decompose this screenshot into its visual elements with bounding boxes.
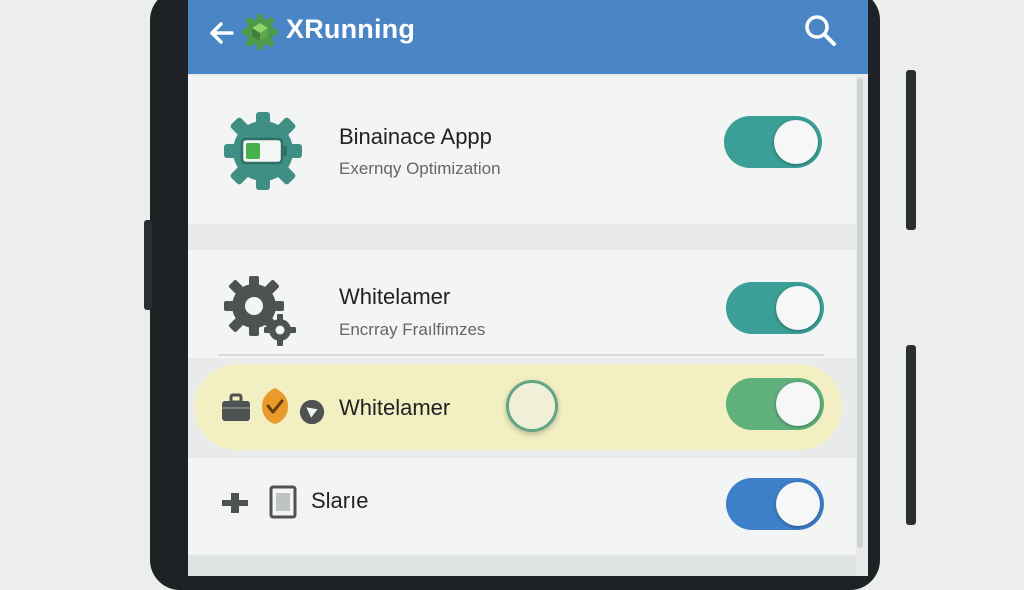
row-title: Binainace Appp — [339, 124, 492, 149]
toggle-knob — [776, 382, 820, 426]
app-title: XRunning — [286, 14, 416, 44]
row-title: Slarıe — [311, 488, 369, 513]
row-title: Whitelamer — [339, 395, 451, 420]
phone-side-button-bottom — [906, 345, 916, 525]
divider — [218, 354, 824, 356]
list-item-whitelamer[interactable]: Whitelamer Encrray Fraılfimzes — [188, 250, 856, 358]
back-arrow-icon[interactable] — [206, 17, 238, 49]
plus-dash-icon — [222, 493, 248, 513]
phone-side-button-top — [906, 70, 916, 230]
briefcase-icon — [222, 393, 250, 421]
row-subtitle: Exernqy Optimization — [339, 159, 501, 178]
toggle-switch[interactable] — [726, 378, 824, 430]
scrollbar[interactable] — [857, 78, 863, 548]
list-item-slarie[interactable]: Slarıe — [188, 458, 856, 554]
toggle-knob — [776, 286, 820, 330]
row-subtitle: Encrray Fraılfimzes — [339, 320, 486, 339]
gears-icon — [224, 276, 296, 346]
row-title: Whitelamer — [339, 284, 451, 309]
play-badge-icon — [299, 399, 325, 425]
document-icon — [269, 485, 297, 519]
toggle-switch[interactable] — [726, 282, 824, 334]
toggle-knob-dragging[interactable] — [506, 380, 558, 432]
app-screen: XRunning Binainace Appp Exernqy Optimiza… — [188, 0, 868, 576]
list-item-battery-app[interactable]: Binainace Appp Exernqy Optimization — [188, 76, 856, 224]
toggle-switch[interactable] — [724, 116, 822, 168]
toggle-knob — [774, 120, 818, 164]
phone-left-button — [144, 220, 152, 310]
battery-gear-icon — [224, 112, 302, 190]
app-logo-icon — [242, 14, 278, 50]
toggle-switch[interactable] — [726, 478, 824, 530]
search-icon[interactable] — [802, 12, 838, 48]
shield-check-icon — [262, 388, 288, 424]
app-bar: XRunning — [188, 0, 868, 74]
toggle-knob — [776, 482, 820, 526]
list-bottom-edge — [188, 556, 856, 576]
